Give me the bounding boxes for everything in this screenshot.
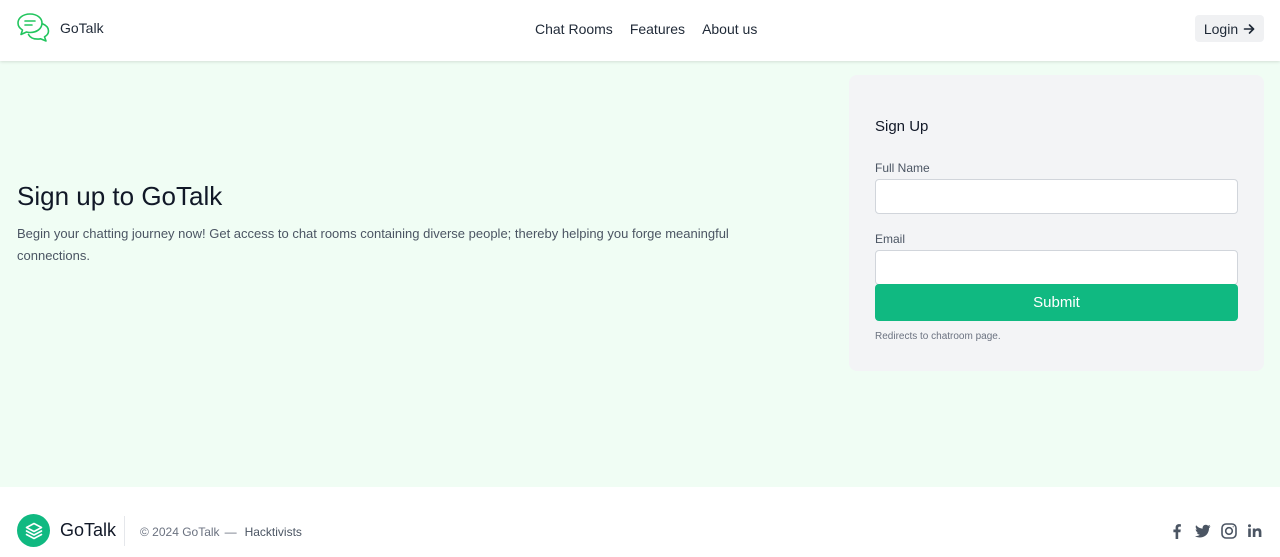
login-label: Login <box>1203 20 1239 37</box>
brand-name: GoTalk <box>60 20 104 36</box>
linkedin-icon[interactable] <box>1246 522 1264 540</box>
copyright-dash: — <box>224 525 237 539</box>
brand-link[interactable]: GoTalk <box>16 11 104 45</box>
footer-brand-name: GoTalk <box>60 520 117 540</box>
hero-description: Begin your chatting journey now! Get acc… <box>17 226 729 263</box>
twitter-icon[interactable] <box>1194 522 1212 540</box>
full-name-input[interactable] <box>875 179 1238 214</box>
nav-chat-rooms[interactable]: Chat Rooms <box>535 21 613 37</box>
social-links <box>1160 522 1264 540</box>
main-section: Sign up to GoTalk Begin your chatting jo… <box>0 61 1280 487</box>
nav-about-us[interactable]: About us <box>702 21 757 37</box>
instagram-icon[interactable] <box>1220 522 1238 540</box>
page-title: Sign up to GoTalk <box>17 181 223 211</box>
layers-icon <box>17 514 50 547</box>
copyright-text: © 2024 GoTalk <box>140 525 220 539</box>
email-input[interactable] <box>875 250 1238 285</box>
footer-divider <box>124 516 125 546</box>
signup-title: Sign Up <box>875 118 929 135</box>
nav-features[interactable]: Features <box>630 21 685 37</box>
arrow-right-icon <box>1243 23 1255 34</box>
team-link[interactable]: Hacktivists <box>245 525 302 539</box>
footer: GoTalk © 2024 GoTalk — Hacktivists <box>0 487 1280 557</box>
main-nav: Chat Rooms Features About us <box>535 21 774 37</box>
signup-card: Sign Up Full Name Email Submit Redirects… <box>849 75 1264 371</box>
redirect-hint: Redirects to chatroom page. <box>875 331 1001 342</box>
footer-copyright: © 2024 GoTalk — Hacktivists <box>140 525 302 539</box>
top-navbar: GoTalk Chat Rooms Features About us Logi… <box>0 0 1280 61</box>
login-button[interactable]: Login <box>1195 15 1264 42</box>
chat-bubbles-icon <box>17 13 50 42</box>
facebook-icon[interactable] <box>1168 522 1186 540</box>
footer-brand-link[interactable]: GoTalk <box>17 514 116 547</box>
full-name-label: Full Name <box>875 161 930 175</box>
email-label: Email <box>875 232 906 246</box>
submit-button[interactable]: Submit <box>875 284 1238 321</box>
